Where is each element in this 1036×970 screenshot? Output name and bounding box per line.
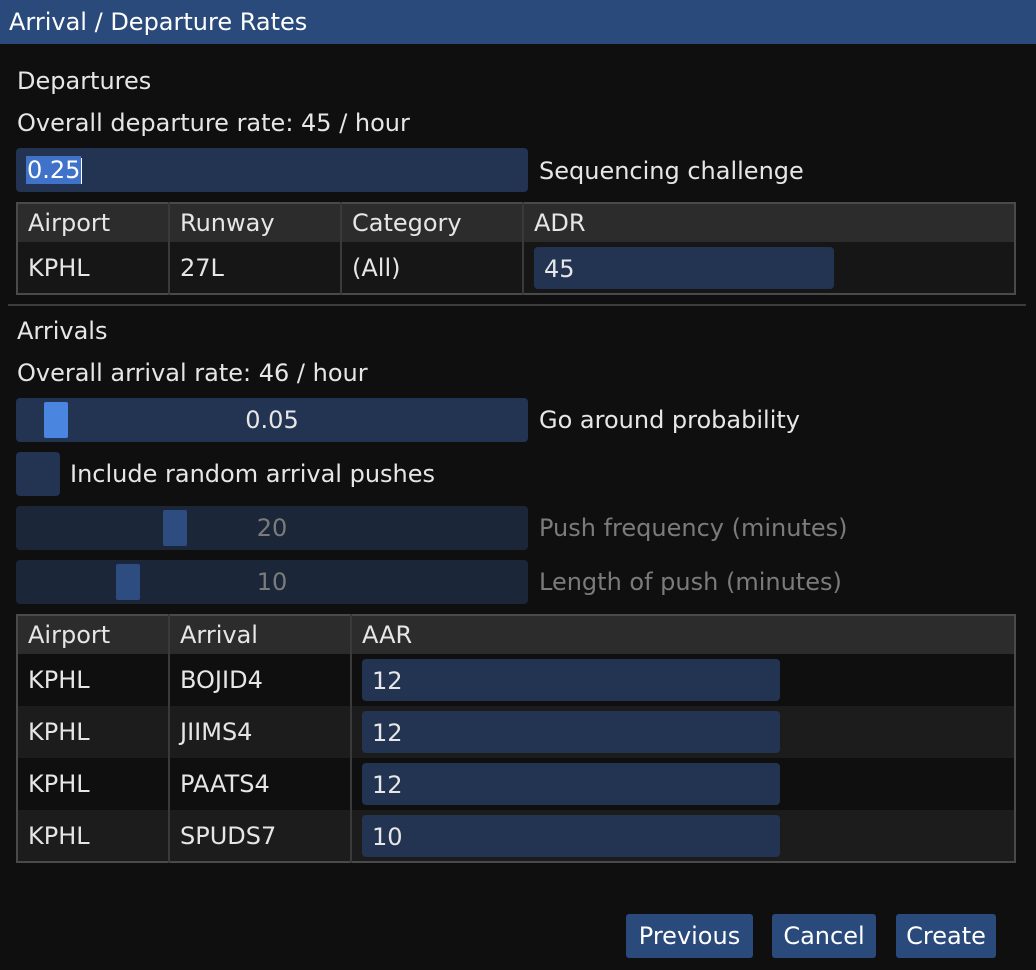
aar-input[interactable]: 12 (362, 659, 780, 701)
departures-heading: Departures (17, 67, 152, 95)
go-around-value: 0.05 (245, 406, 299, 434)
overall-departure-rate: Overall departure rate: 45 / hour (17, 109, 410, 137)
overall-arrival-rate: Overall arrival rate: 46 / hour (17, 359, 368, 387)
category-cell: (All) (340, 242, 523, 294)
adr-input[interactable]: 45 (534, 246, 834, 289)
airport-cell: KPHL (28, 821, 90, 850)
push-length-slider[interactable]: 10 (16, 560, 528, 604)
go-around-slider[interactable]: 0.05 (16, 398, 528, 442)
arrival-cell: BOJID4 (168, 654, 351, 706)
table-row: KPHL JIIMS4 12 (17, 706, 1015, 758)
table-row: KPHL SPUDS7 10 (17, 810, 1015, 862)
go-around-label: Go around probability (539, 406, 800, 434)
col-runway: Runway (168, 203, 341, 242)
col-arrival: Arrival (168, 615, 351, 654)
airport-cell: KPHL (28, 666, 90, 694)
sequencing-challenge-input[interactable]: 0.25 (16, 148, 528, 192)
dialog-title: Arrival / Departure Rates (0, 0, 1036, 44)
table-row: KPHL BOJID4 12 (17, 654, 1015, 706)
section-divider (8, 304, 1026, 306)
arrival-cell: PAATS4 (168, 758, 351, 810)
col-category: Category (340, 203, 523, 242)
arrivals-table: Airport Arrival AAR KPHL BOJID4 12 KPHL … (16, 614, 1016, 863)
sequencing-value: 0.25 (26, 156, 82, 184)
push-frequency-slider[interactable]: 20 (16, 506, 528, 550)
cancel-button[interactable]: Cancel (772, 914, 876, 958)
push-frequency-value: 20 (256, 514, 288, 542)
airport-cell: KPHL (28, 770, 90, 798)
departures-table: Airport Runway Category ADR KPHL 27L (Al… (16, 202, 1016, 295)
previous-button[interactable]: Previous (626, 914, 753, 958)
create-button[interactable]: Create (896, 914, 996, 958)
runway-cell: 27L (168, 242, 341, 294)
col-aar: AAR (350, 615, 1015, 654)
push-length-label: Length of push (minutes) (539, 568, 842, 596)
arrivals-heading: Arrivals (17, 317, 108, 345)
airport-cell: KPHL (28, 718, 90, 746)
sequencing-challenge-label: Sequencing challenge (539, 157, 804, 185)
arrival-cell: JIIMS4 (168, 706, 351, 758)
table-row: KPHL 27L (All) 45 (17, 242, 1015, 294)
col-adr: ADR (522, 203, 1015, 242)
aar-input[interactable]: 12 (362, 711, 780, 753)
arrival-cell: SPUDS7 (168, 810, 351, 862)
table-row: KPHL PAATS4 12 (17, 758, 1015, 810)
random-pushes-label: Include random arrival pushes (70, 460, 436, 488)
push-frequency-label: Push frequency (minutes) (539, 514, 848, 542)
aar-input[interactable]: 10 (362, 814, 780, 857)
random-pushes-checkbox[interactable] (16, 452, 60, 496)
aar-input[interactable]: 12 (362, 763, 780, 805)
col-airport: Airport (17, 203, 169, 242)
push-length-value: 10 (256, 568, 288, 596)
col-airport: Airport (17, 615, 169, 654)
airport-cell: KPHL (28, 253, 90, 282)
